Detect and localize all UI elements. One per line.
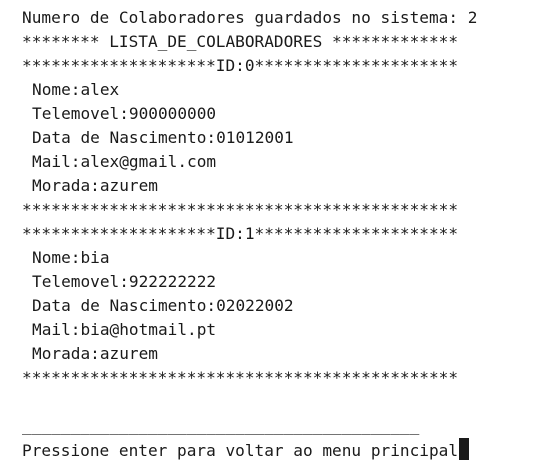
record-birth-date: Data de Nascimento:02022002 [32, 296, 294, 315]
record-phone: Telemovel:922222222 [32, 272, 217, 291]
collaborator-count-line: Numero de Colaboradores guardados no sis… [22, 8, 478, 27]
list-title-line: ******** LISTA_DE_COLABORADORES ********… [22, 32, 459, 51]
return-prompt: Pressione enter para voltar ao menu prin… [22, 441, 459, 460]
console-window[interactable]: Numero de Colaboradores guardados no sis… [22, 6, 550, 462]
collaborator-record: ********************ID:0****************… [22, 54, 550, 222]
record-id-line: ********************ID:1****************… [22, 224, 459, 243]
record-name: Nome:alex [32, 80, 120, 99]
record-address: Morada:azurem [32, 344, 158, 363]
collaborator-record: ********************ID:1****************… [22, 222, 550, 390]
record-separator: ****************************************… [22, 368, 459, 387]
record-phone: Telemovel:900000000 [32, 104, 217, 123]
record-name: Nome:bia [32, 248, 110, 267]
record-birth-date: Data de Nascimento:01012001 [32, 128, 294, 147]
text-cursor [459, 438, 470, 460]
record-address: Morada:azurem [32, 176, 158, 195]
prompt-row[interactable]: Pressione enter para voltar ao menu prin… [22, 438, 550, 462]
record-email: Mail:alex@gmail.com [32, 152, 217, 171]
prompt-underline: ________________________________________… [22, 416, 420, 435]
record-separator: ****************************************… [22, 200, 459, 219]
record-email: Mail:bia@hotmail.pt [32, 320, 217, 339]
record-id-line: ********************ID:0****************… [22, 56, 459, 75]
